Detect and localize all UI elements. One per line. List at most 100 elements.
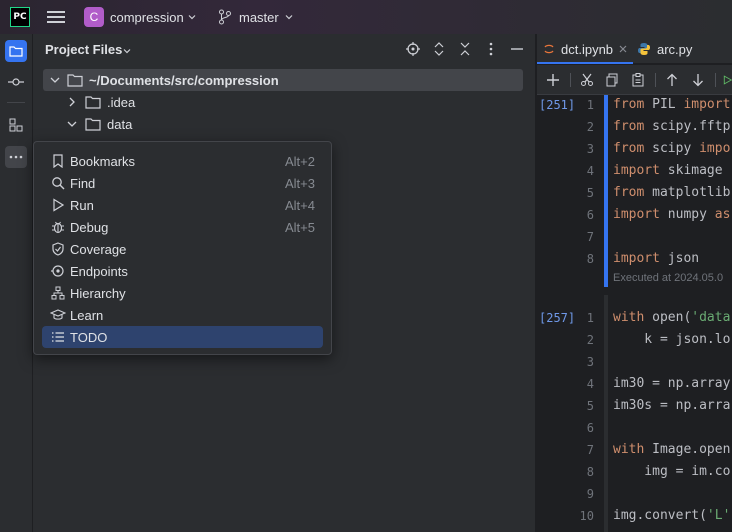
code-line[interactable]: import numpy as: [613, 207, 730, 222]
chevron-down-icon[interactable]: [188, 13, 196, 21]
menu-item-shortcut: Alt+4: [285, 197, 315, 213]
pycharm-logo-icon[interactable]: PC: [10, 7, 30, 27]
hierarchy-icon: [50, 285, 66, 301]
code-line[interactable]: im30 = np.array: [613, 376, 730, 391]
code-line[interactable]: import skimage: [613, 163, 723, 178]
move-up-icon[interactable]: [664, 72, 680, 88]
git-branch-icon[interactable]: [218, 9, 232, 25]
toolbar-separator: [570, 73, 571, 87]
project-badge[interactable]: C: [84, 7, 104, 27]
left-tool-window-bar: [0, 34, 33, 532]
menu-item-bookmarks[interactable]: Bookmarks Alt+2: [42, 150, 323, 172]
menu-item-debug[interactable]: Debug Alt+5: [42, 216, 323, 238]
chevron-down-icon[interactable]: [49, 74, 61, 86]
menu-item-label: Hierarchy: [70, 285, 126, 301]
tool-windows-popup: Bookmarks Alt+2 Find Alt+3 Run Alt+4 Deb…: [33, 141, 332, 355]
code-line[interactable]: img.convert('L': [613, 508, 730, 523]
code-line[interactable]: from PIL import: [613, 97, 730, 112]
project-name[interactable]: compression: [110, 10, 184, 25]
cell-selection-bar: [604, 95, 608, 287]
options-icon[interactable]: [483, 40, 499, 58]
code-line[interactable]: img = im.co: [613, 464, 730, 479]
line-number: 8: [586, 465, 594, 479]
menu-item-label: Bookmarks: [70, 153, 136, 169]
code-line[interactable]: im30s = np.arra: [613, 398, 730, 413]
line-number: 8: [586, 252, 594, 266]
menu-item-todo[interactable]: TODO: [42, 326, 323, 348]
line-number: 2: [586, 333, 594, 347]
menu-item-label: Coverage: [70, 241, 127, 257]
add-cell-icon[interactable]: [545, 72, 561, 88]
commit-tool-button[interactable]: [5, 71, 27, 93]
tab-label: dct.ipynb: [561, 41, 614, 57]
todo-icon: [50, 329, 66, 345]
menu-item-hierarchy[interactable]: Hierarchy: [42, 282, 323, 304]
menu-item-run[interactable]: Run Alt+4: [42, 194, 323, 216]
tab-label: arc.py: [657, 41, 693, 57]
tree-item-label: data: [107, 116, 133, 132]
paste-icon[interactable]: [630, 72, 646, 88]
project-tool-button[interactable]: [5, 40, 27, 62]
toolbar-separator: [715, 73, 716, 87]
menu-item-find[interactable]: Find Alt+3: [42, 172, 323, 194]
menu-item-endpoints[interactable]: Endpoints: [42, 260, 323, 282]
main-menu-icon[interactable]: [47, 9, 65, 25]
code-line[interactable]: with open('data: [613, 310, 730, 325]
chevron-down-icon[interactable]: [123, 47, 131, 55]
menu-item-label: TODO: [70, 329, 108, 345]
collapse-all-icon[interactable]: [457, 40, 473, 58]
cell-execution-count: [251]: [539, 98, 576, 112]
tab-dct-ipynb[interactable]: dct.ipynb: [537, 34, 633, 64]
close-icon[interactable]: [619, 45, 627, 53]
line-number: 4: [586, 164, 594, 178]
menu-item-label: Run: [70, 197, 94, 213]
tree-root-row[interactable]: ~/Documents/src/compression: [43, 69, 523, 91]
menu-item-coverage[interactable]: Coverage: [42, 238, 323, 260]
expand-all-icon[interactable]: [431, 40, 447, 58]
tab-arc-py[interactable]: arc.py: [637, 34, 732, 64]
chevron-down-icon[interactable]: [285, 13, 293, 21]
structure-icon: [9, 118, 23, 132]
tree-item-label: .idea: [107, 94, 136, 110]
structure-tool-button[interactable]: [5, 114, 27, 136]
menu-item-label: Endpoints: [70, 263, 128, 279]
line-number: 4: [586, 377, 594, 391]
panel-title[interactable]: Project Files: [45, 42, 122, 57]
chevron-down-icon[interactable]: [65, 117, 79, 131]
jupyter-icon: [544, 44, 554, 54]
execution-note: Executed at 2024.05.0: [613, 272, 724, 284]
menu-item-label: Debug: [70, 219, 109, 235]
notebook-toolbar: [537, 65, 732, 95]
folder-icon: [85, 118, 101, 131]
tree-item-idea[interactable]: .idea: [65, 91, 135, 113]
run-cell-icon[interactable]: [723, 72, 732, 88]
code-line[interactable]: import json: [613, 251, 699, 266]
chevron-right-icon[interactable]: [65, 95, 79, 109]
menu-item-learn[interactable]: Learn: [42, 304, 323, 326]
menu-item-label: Find: [70, 175, 96, 191]
locate-icon[interactable]: [405, 40, 421, 58]
move-down-icon[interactable]: [690, 72, 706, 88]
menu-item-label: Learn: [70, 307, 104, 323]
bookmark-icon: [50, 153, 66, 169]
branch-name[interactable]: master: [239, 10, 279, 25]
panel-actions: [405, 40, 525, 58]
coverage-icon: [50, 241, 66, 257]
code-line[interactable]: with Image.open: [613, 442, 730, 457]
code-line[interactable]: from scipy.fftp: [613, 119, 730, 134]
code-line[interactable]: from matplotlib: [613, 185, 730, 200]
menu-item-shortcut: Alt+2: [285, 153, 315, 169]
tree-item-data[interactable]: data: [65, 113, 132, 135]
more-tool-windows-button[interactable]: [5, 146, 27, 168]
line-number: 3: [586, 355, 594, 369]
line-number: 1: [586, 311, 594, 325]
cut-icon[interactable]: [579, 72, 595, 88]
code-line[interactable]: k = json.lo: [613, 332, 730, 347]
code-line[interactable]: from scipy impo: [613, 141, 730, 156]
search-icon: [50, 175, 66, 191]
line-number: 6: [586, 208, 594, 222]
debug-icon: [50, 219, 66, 235]
copy-icon[interactable]: [604, 72, 620, 88]
hide-icon[interactable]: [509, 40, 525, 58]
editor-area: dct.ipynb arc.py [251] 1 from PIL import…: [537, 34, 732, 532]
